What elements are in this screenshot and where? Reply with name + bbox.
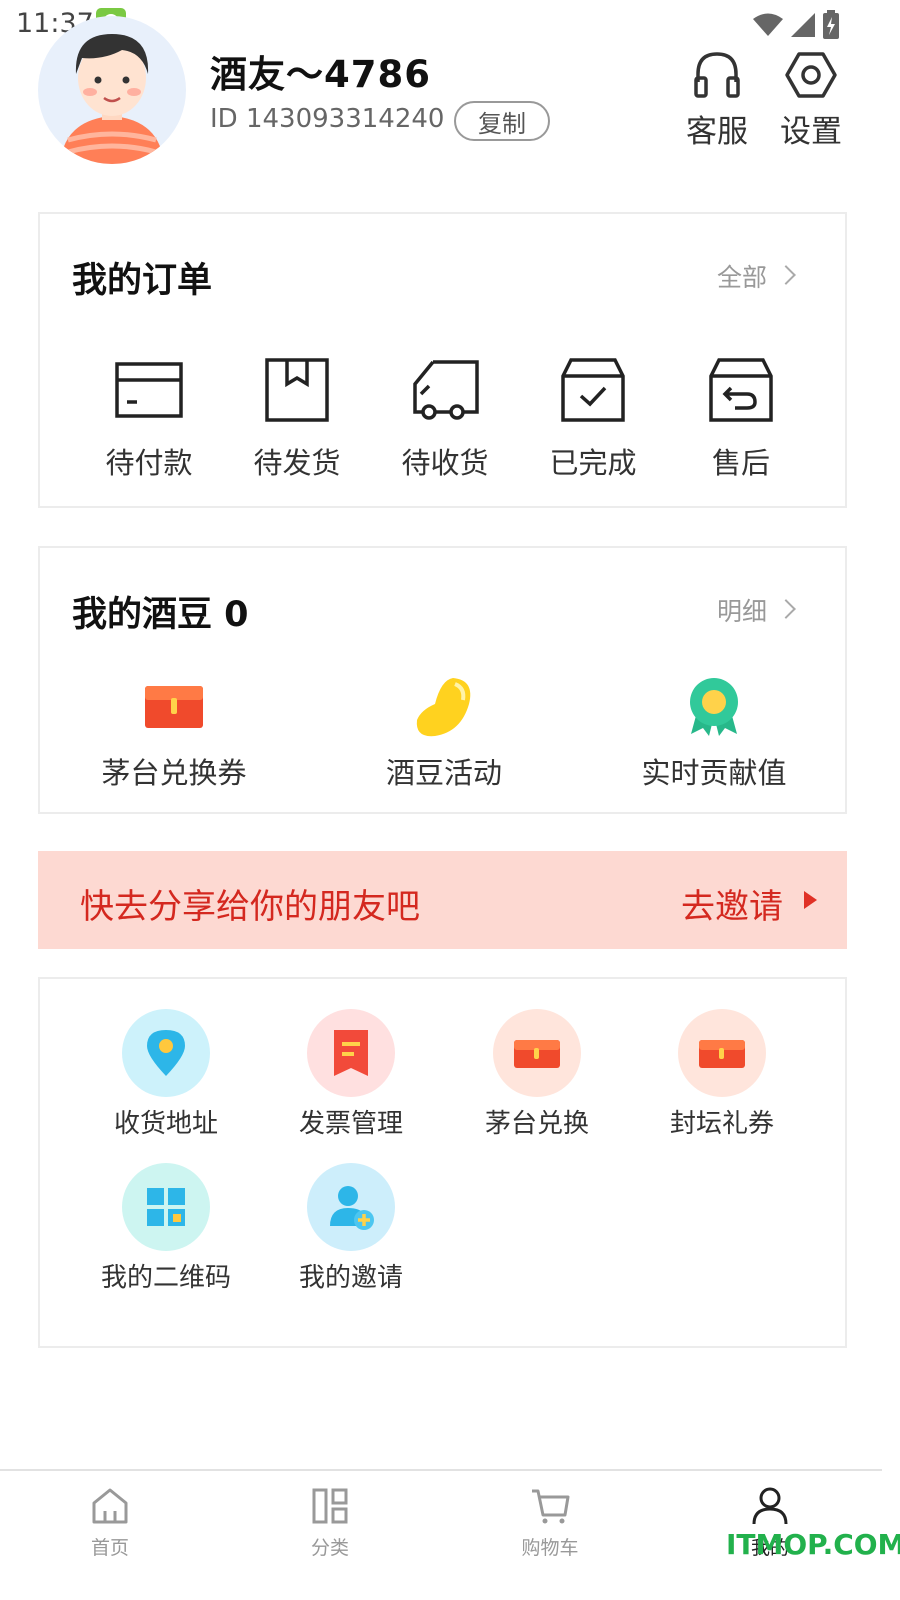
- invite-text: 快去分享给你的朋友吧: [80, 887, 420, 927]
- category-icon: [312, 1488, 348, 1524]
- battery-icon: [823, 10, 839, 39]
- avatar[interactable]: [38, 16, 186, 164]
- triangle-right-icon: [804, 891, 817, 909]
- orders-view-all-link[interactable]: 全部: [717, 258, 767, 294]
- orders-title: 我的订单: [72, 261, 213, 301]
- user-icon: [752, 1487, 788, 1525]
- box-check-icon: [561, 358, 625, 422]
- cart-icon: [532, 1489, 570, 1524]
- status-icons: [752, 10, 840, 40]
- tool-shipping-address[interactable]: 收货地址: [86, 1009, 246, 1140]
- box-return-icon: [709, 358, 773, 422]
- box-icon: [265, 358, 329, 422]
- chevron-right-icon: [776, 599, 796, 619]
- bean-item-label: 酒豆活动: [385, 756, 502, 790]
- chevron-right-icon: [776, 265, 796, 285]
- beans-detail-link[interactable]: 明细: [717, 592, 767, 628]
- signal-icon: [791, 13, 815, 37]
- watermark: ITMOP.COM: [726, 1528, 900, 1561]
- tool-label: 茅台兑换: [484, 1109, 589, 1139]
- tool-sealed-gift-coupon[interactable]: 封坛礼券: [642, 1009, 802, 1140]
- tool-my-qr-code[interactable]: 我的二维码: [86, 1163, 246, 1294]
- tool-label: 收货地址: [113, 1109, 218, 1139]
- home-icon: [92, 1488, 128, 1524]
- customer-service-label: 客服: [686, 114, 748, 150]
- nav-home[interactable]: 首页: [60, 1485, 160, 1560]
- nav-label: 分类: [310, 1537, 349, 1559]
- headset-icon: [694, 52, 740, 98]
- order-pending-payment[interactable]: 待付款: [94, 354, 204, 482]
- truck-icon: [413, 360, 479, 420]
- tool-my-invitations[interactable]: 我的邀请: [271, 1163, 431, 1294]
- beans-card: 我的酒豆 0 明细 茅台兑换券 酒豆活动 实时贡献值: [38, 546, 847, 814]
- nav-category[interactable]: 分类: [280, 1485, 380, 1560]
- order-completed[interactable]: 已完成: [538, 354, 648, 482]
- coupon-icon: [514, 1040, 560, 1068]
- medal-icon: [690, 678, 738, 736]
- order-item-label: 售后: [711, 446, 770, 480]
- nav-cart[interactable]: 购物车: [500, 1485, 600, 1560]
- avatar-illustration: [60, 34, 164, 164]
- order-item-label: 待发货: [253, 446, 341, 480]
- order-item-label: 已完成: [549, 446, 637, 480]
- user-id: ID 143093314240: [210, 104, 445, 134]
- tool-label: 发票管理: [298, 1109, 403, 1139]
- order-pending-receipt[interactable]: 待收货: [390, 354, 500, 482]
- bean-icon: [416, 678, 471, 737]
- invoice-icon: [334, 1030, 368, 1076]
- coupon-icon: [145, 686, 203, 728]
- qr-code-icon: [147, 1188, 185, 1226]
- invite-action[interactable]: 去邀请: [681, 879, 783, 928]
- copy-id-button[interactable]: 复制: [454, 101, 550, 141]
- bean-item-label: 茅台兑换券: [101, 756, 247, 790]
- username: 酒友～4786: [210, 53, 431, 96]
- bean-item-label: 实时贡献值: [641, 756, 787, 790]
- nav-label: 首页: [90, 1537, 129, 1559]
- tool-label: 我的二维码: [100, 1263, 231, 1293]
- nav-label: 购物车: [521, 1537, 579, 1559]
- order-item-label: 待付款: [105, 446, 193, 480]
- location-icon: [147, 1030, 185, 1076]
- tool-moutai-exchange[interactable]: 茅台兑换: [457, 1009, 617, 1140]
- invite-banner[interactable]: 快去分享给你的朋友吧 去邀请: [38, 851, 847, 949]
- bean-moutai-coupon[interactable]: 茅台兑换券: [74, 676, 274, 792]
- customer-service-button[interactable]: 客服: [672, 48, 762, 151]
- beans-title: 我的酒豆 0: [72, 595, 249, 635]
- gear-icon: [785, 52, 837, 98]
- bean-contribution[interactable]: 实时贡献值: [614, 676, 814, 792]
- orders-card: 我的订单 全部 待付款 待发货 待收货 已完成 售后: [38, 212, 847, 508]
- order-item-label: 待收货: [401, 446, 489, 480]
- settings-label: 设置: [780, 114, 842, 150]
- tools-card: 收货地址 发票管理 茅台兑换 封坛礼券 我的二维码 我的邀请: [38, 977, 847, 1348]
- tool-label: 我的邀请: [298, 1263, 403, 1293]
- settings-button[interactable]: 设置: [766, 48, 856, 151]
- card-icon: [115, 362, 183, 418]
- add-user-icon: [330, 1186, 374, 1230]
- wifi-icon: [753, 13, 783, 36]
- coupon-icon: [699, 1040, 745, 1068]
- tool-label: 封坛礼券: [669, 1109, 774, 1139]
- order-pending-shipment[interactable]: 待发货: [242, 354, 352, 482]
- tool-invoice-management[interactable]: 发票管理: [271, 1009, 431, 1140]
- bean-activities[interactable]: 酒豆活动: [344, 676, 544, 792]
- order-after-sales[interactable]: 售后: [686, 354, 796, 482]
